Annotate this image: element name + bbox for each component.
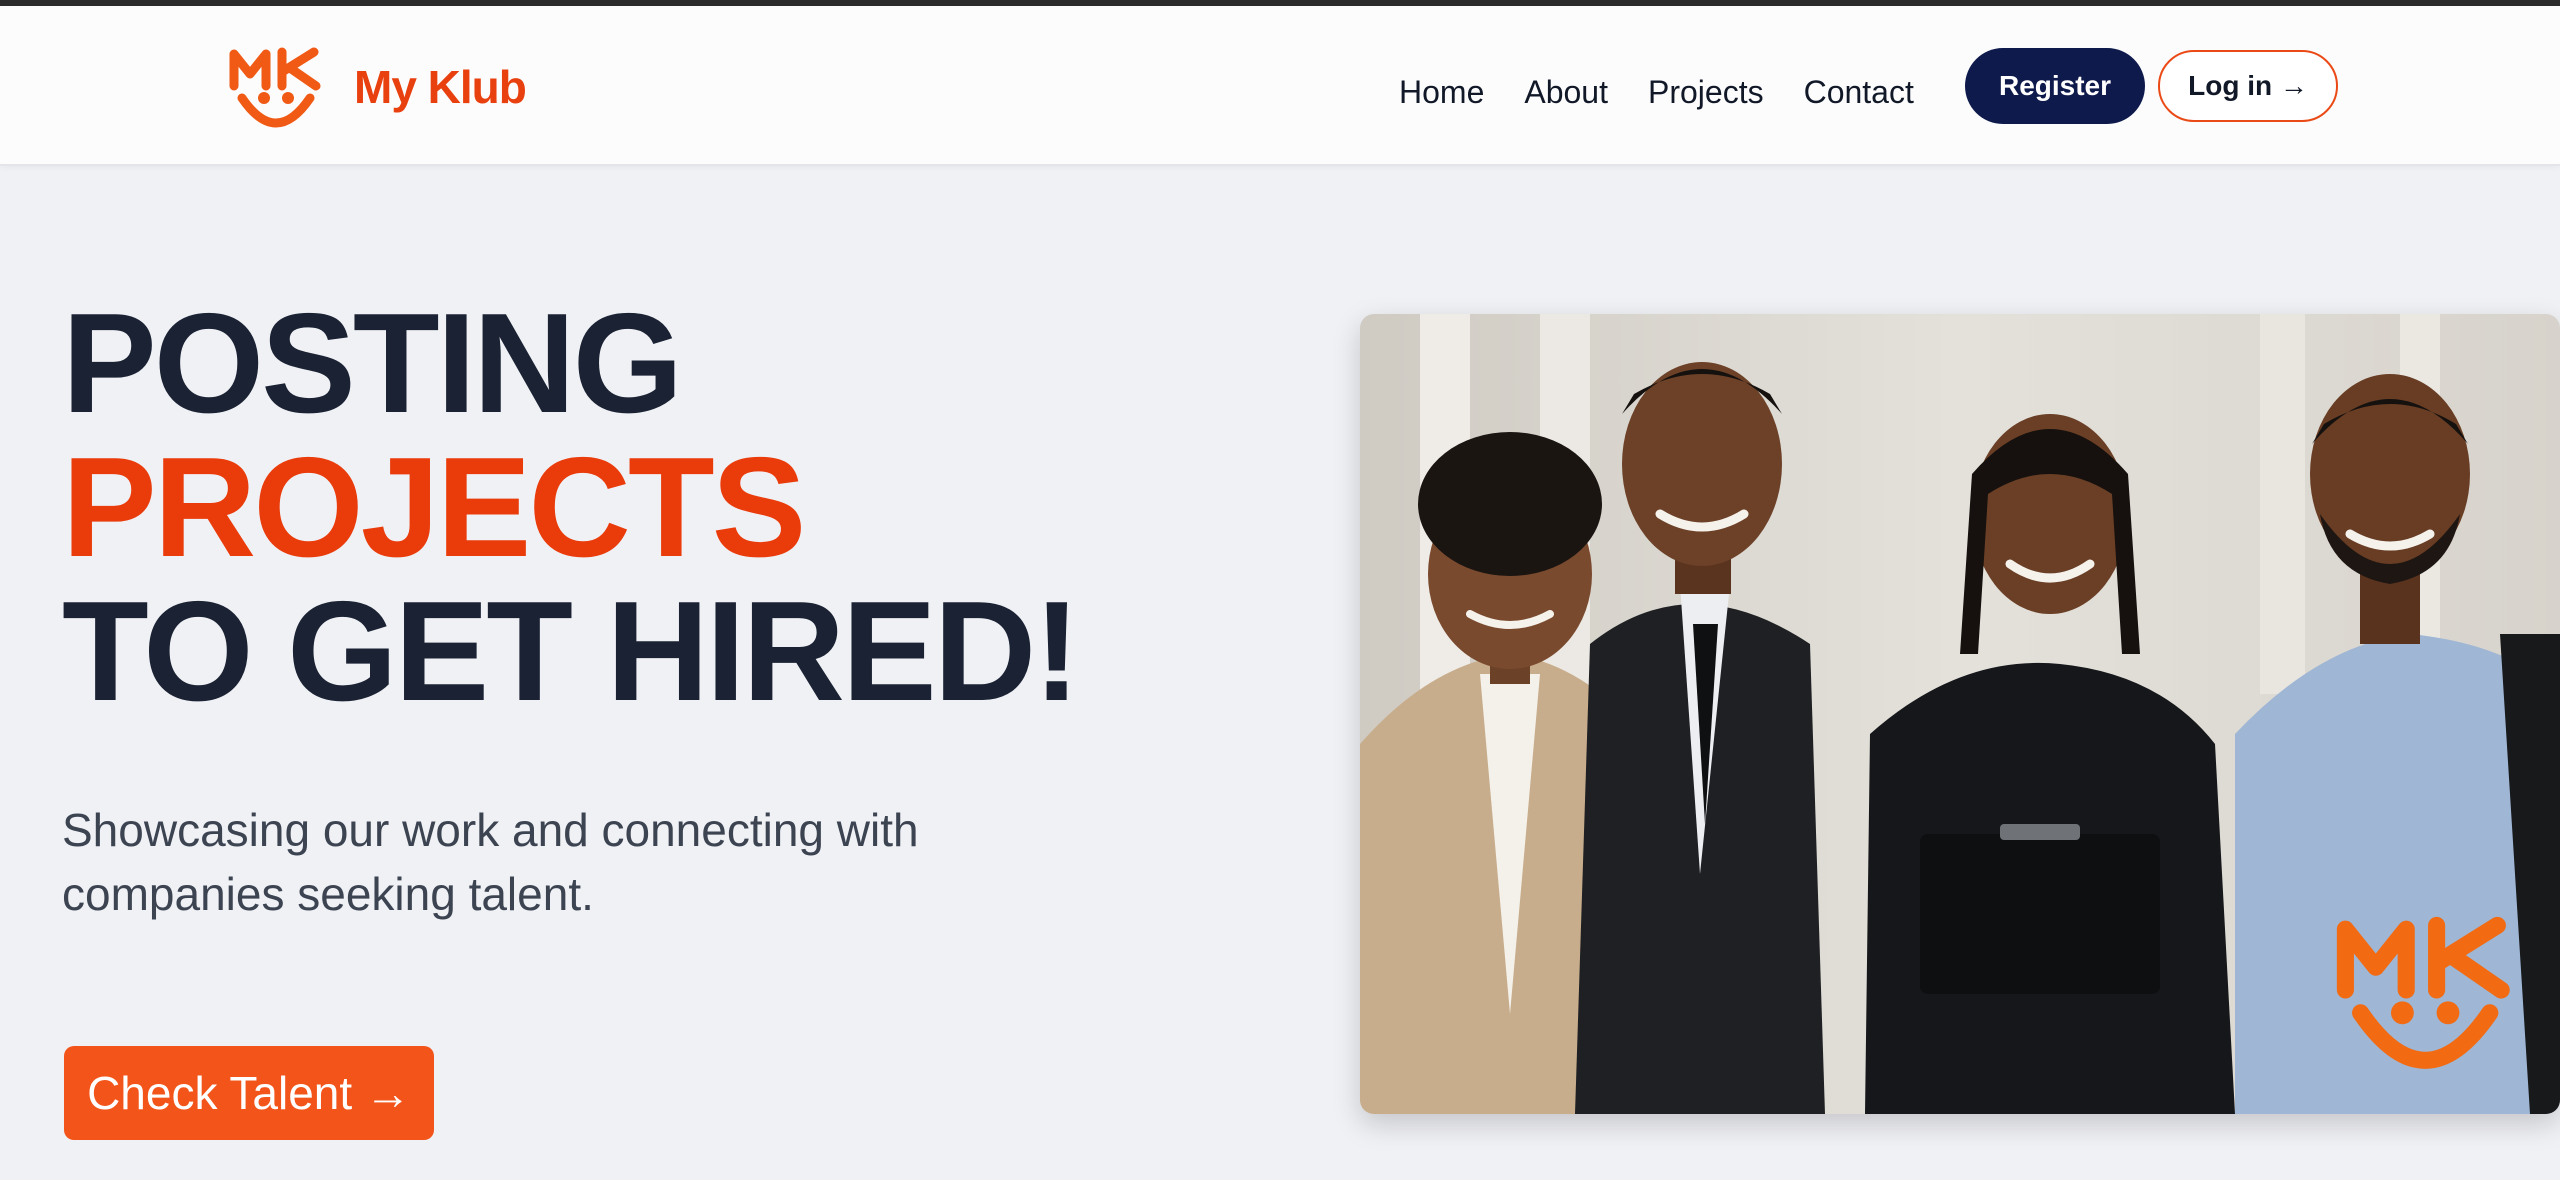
brand-home-link[interactable]: My Klub	[228, 46, 527, 128]
page-bottom-edge	[0, 1180, 2560, 1186]
brand-name: My Klub	[354, 61, 527, 113]
check-talent-button[interactable]: Check Talent →	[64, 1046, 434, 1140]
nav-link-about[interactable]: About	[1524, 64, 1608, 120]
hero-team-photo	[1360, 314, 2560, 1114]
hero-subtitle: Showcasing our work and connecting with …	[62, 804, 919, 920]
mk-logo-icon	[229, 47, 321, 128]
hero-title-line-2: PROJECTS	[62, 428, 806, 587]
nav-link-home[interactable]: Home	[1399, 64, 1484, 120]
hero-title-line-1: POSTING	[62, 284, 683, 443]
register-button[interactable]: Register	[1965, 48, 2145, 124]
hero-title: POSTING PROJECTS TO GET HIRED!	[62, 292, 1262, 724]
login-button[interactable]: Log in →	[2158, 50, 2338, 122]
main-nav: Home About Projects Contact	[1399, 64, 1954, 120]
team-photo-illustration	[1360, 314, 2560, 1114]
hero-title-line-3: TO GET HIRED!	[62, 572, 1081, 731]
navbar: My Klub Home About Projects Contact Regi…	[0, 6, 2560, 166]
nav-link-projects[interactable]: Projects	[1648, 64, 1764, 120]
nav-link-contact[interactable]: Contact	[1804, 64, 1914, 120]
